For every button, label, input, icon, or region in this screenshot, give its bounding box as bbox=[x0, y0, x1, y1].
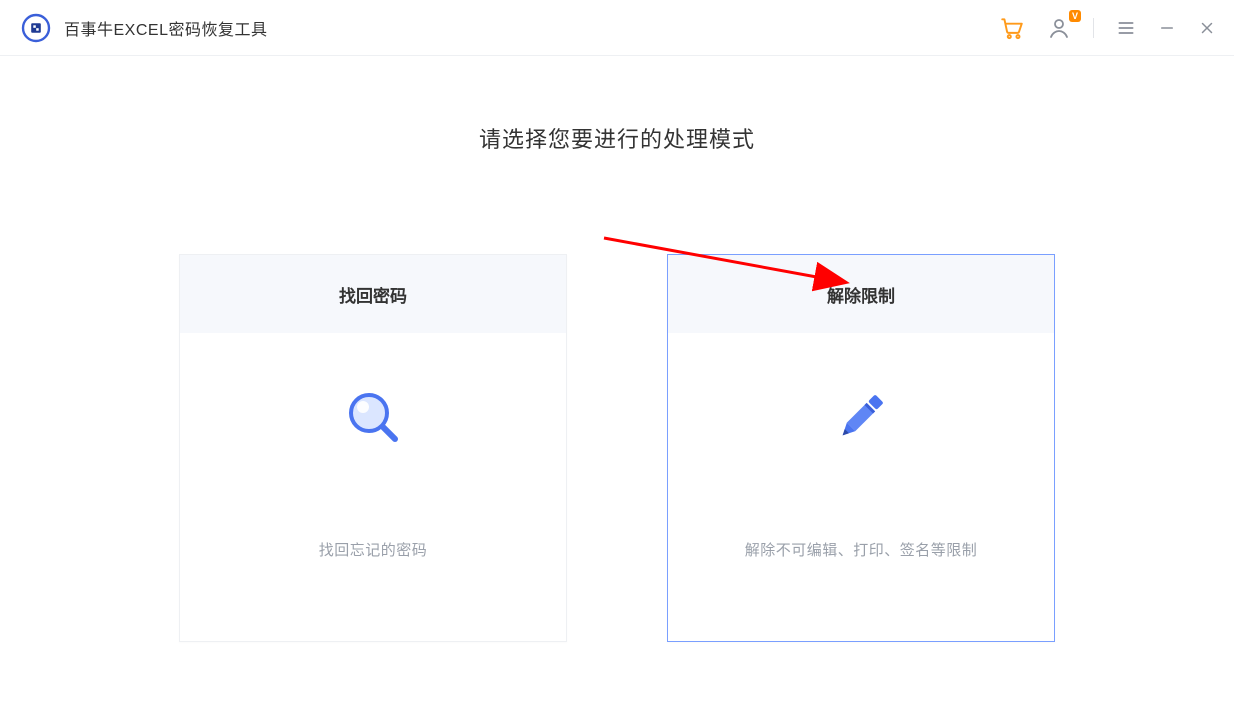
titlebar-divider bbox=[1093, 18, 1094, 38]
card-remove-restriction[interactable]: 解除限制 解除不可编辑、打印、签名等限制 bbox=[667, 254, 1055, 642]
card-desc: 找回忘记的密码 bbox=[319, 539, 428, 560]
magnifier-icon bbox=[341, 385, 405, 449]
app-title: 百事牛EXCEL密码恢复工具 bbox=[64, 16, 267, 40]
titlebar-right: V bbox=[999, 15, 1216, 41]
cards-row: 找回密码 找回忘记的密码 解除限制 bbox=[179, 254, 1055, 642]
app-logo-icon bbox=[20, 12, 52, 44]
titlebar-left: 百事牛EXCEL密码恢复工具 bbox=[20, 12, 267, 44]
card-body: 解除不可编辑、打印、签名等限制 bbox=[668, 333, 1054, 641]
main-content: 请选择您要进行的处理模式 找回密码 找回忘记的密码 解除限制 bbox=[0, 56, 1234, 642]
card-title: 解除限制 bbox=[668, 255, 1054, 333]
main-heading: 请选择您要进行的处理模式 bbox=[479, 122, 755, 154]
account-icon[interactable]: V bbox=[1047, 16, 1071, 40]
card-recover-password[interactable]: 找回密码 找回忘记的密码 bbox=[179, 254, 567, 642]
titlebar: 百事牛EXCEL密码恢复工具 V bbox=[0, 0, 1234, 56]
card-body: 找回忘记的密码 bbox=[180, 333, 566, 641]
pencil-icon bbox=[829, 385, 893, 449]
menu-icon[interactable] bbox=[1116, 18, 1136, 38]
card-title: 找回密码 bbox=[180, 255, 566, 333]
close-icon[interactable] bbox=[1198, 19, 1216, 37]
cart-icon[interactable] bbox=[999, 15, 1025, 41]
minimize-icon[interactable] bbox=[1158, 19, 1176, 37]
vip-badge: V bbox=[1069, 10, 1081, 22]
card-desc: 解除不可编辑、打印、签名等限制 bbox=[745, 539, 978, 560]
